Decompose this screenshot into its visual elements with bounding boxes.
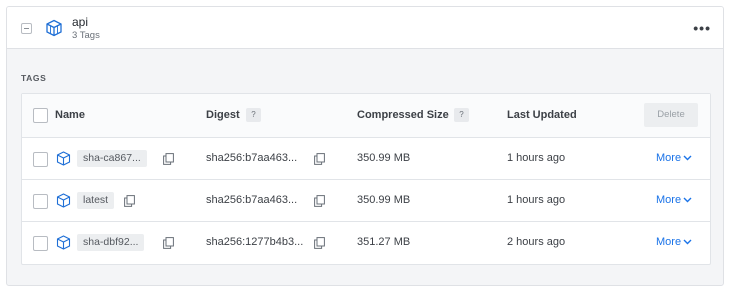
copy-icon[interactable] — [314, 153, 325, 165]
cube-icon — [56, 151, 71, 166]
table-row: sha-dbf92... sha256:1277b4b3... 351.27 M… — [22, 222, 710, 264]
copy-icon[interactable] — [124, 195, 135, 207]
copy-icon[interactable] — [314, 237, 325, 249]
chevron-down-icon — [683, 197, 692, 203]
chevron-down-icon — [683, 239, 692, 245]
column-header-last-updated: Last Updated — [507, 109, 577, 121]
repository-card: api 3 Tags ••• TAGS Name Digest ? Compre… — [6, 6, 724, 286]
cube-icon — [56, 235, 71, 250]
column-header-compressed-size: Compressed Size — [357, 109, 449, 121]
more-dropdown[interactable]: More — [656, 152, 692, 164]
table-header: Name Digest ? Compressed Size ? Last Upd… — [22, 94, 710, 138]
more-dropdown[interactable]: More — [656, 236, 692, 248]
row-checkbox[interactable] — [33, 236, 48, 251]
last-updated-value: 2 hours ago — [507, 236, 566, 248]
size-help-icon[interactable]: ? — [454, 108, 469, 122]
chevron-down-icon — [683, 155, 692, 161]
row-checkbox[interactable] — [33, 194, 48, 209]
tags-table: Name Digest ? Compressed Size ? Last Upd… — [21, 93, 711, 265]
last-updated-value: 1 hours ago — [507, 152, 566, 164]
tag-name[interactable]: sha-dbf92... — [77, 234, 145, 251]
digest-help-icon[interactable]: ? — [246, 108, 261, 122]
digest-value: sha256:1277b4b3... — [206, 236, 304, 248]
tag-count: 3 Tags — [72, 30, 100, 41]
copy-icon[interactable] — [163, 237, 174, 249]
section-label-tags: TAGS — [21, 73, 47, 83]
select-all-checkbox[interactable] — [33, 108, 48, 123]
more-label: More — [656, 194, 682, 206]
digest-value: sha256:b7aa463... — [206, 194, 298, 206]
more-label: More — [656, 236, 682, 248]
tag-name[interactable]: latest — [77, 192, 115, 209]
delete-button[interactable]: Delete — [644, 103, 698, 127]
tag-name[interactable]: sha-ca867... — [77, 150, 147, 167]
column-header-name: Name — [55, 109, 85, 121]
kebab-menu-icon[interactable]: ••• — [693, 20, 711, 36]
repository-name[interactable]: api — [72, 15, 88, 29]
row-checkbox[interactable] — [33, 152, 48, 167]
compressed-size-value: 350.99 MB — [357, 152, 411, 164]
more-dropdown[interactable]: More — [656, 194, 692, 206]
compressed-size-value: 351.27 MB — [357, 236, 411, 248]
digest-value: sha256:b7aa463... — [206, 152, 298, 164]
last-updated-value: 1 hours ago — [507, 194, 566, 206]
compressed-size-value: 350.99 MB — [357, 194, 411, 206]
table-row: latest sha256:b7aa463... 350.99 MB 1 hou… — [22, 180, 710, 222]
collapse-minus-icon[interactable] — [21, 23, 32, 34]
copy-icon[interactable] — [163, 153, 174, 165]
more-label: More — [656, 152, 682, 164]
copy-icon[interactable] — [314, 195, 325, 207]
table-row: sha-ca867... sha256:b7aa463... 350.99 MB… — [22, 138, 710, 180]
cube-icon — [56, 193, 71, 208]
cube-icon — [46, 19, 62, 37]
repository-header: api 3 Tags ••• — [7, 7, 723, 49]
column-header-digest: Digest — [206, 109, 240, 121]
